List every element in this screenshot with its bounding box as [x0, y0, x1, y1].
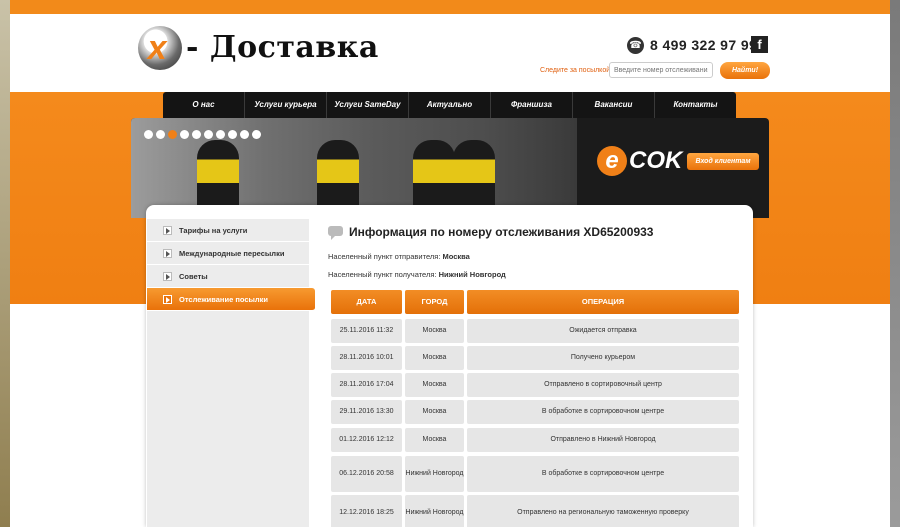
slider-dots — [144, 130, 261, 139]
cell-operation: Получено курьером — [467, 346, 739, 370]
page-title: Информация по номеру отслеживания XD6520… — [349, 225, 654, 239]
cell-date: 06.12.2016 20:58 — [331, 456, 402, 492]
sender-label: Населенный пункт отправителя: — [328, 252, 441, 261]
sidebar-item-tips[interactable]: Советы — [147, 265, 309, 288]
tracking-number-input[interactable] — [609, 62, 713, 78]
cell-city: Москва — [405, 346, 464, 370]
sidebar-item-label: Советы — [179, 271, 208, 281]
cell-date: 12.12.2016 18:25 — [331, 495, 402, 527]
top-strip — [10, 0, 890, 14]
sidebar-item-tariffs[interactable]: Тарифы на услуги — [147, 219, 309, 242]
brand-name[interactable]: - Доставка — [186, 30, 379, 65]
cell-date: 29.11.2016 13:30 — [331, 400, 402, 424]
cell-city: Москва — [405, 400, 464, 424]
cell-operation: Ожидается отправка — [467, 319, 739, 343]
nav-item-about[interactable]: О нас — [163, 92, 245, 118]
arrow-right-icon — [163, 294, 172, 304]
window-background-left — [0, 0, 10, 527]
slider-dot[interactable] — [168, 130, 177, 139]
slider-dot[interactable] — [144, 130, 153, 139]
sender-city: Москва — [442, 252, 470, 261]
slider-dot[interactable] — [192, 130, 201, 139]
sidebar-item-label: Международные пересылки — [179, 248, 285, 258]
cell-date: 01.12.2016 12:12 — [331, 428, 402, 452]
column-header-city: ГОРОД — [405, 290, 464, 314]
main-nav: О нас Услуги курьера Услуги SameDay Акту… — [163, 92, 736, 118]
cell-operation: Отправлено на региональную таможенную пр… — [467, 495, 739, 527]
slider-dot[interactable] — [180, 130, 189, 139]
nav-item-courier-services[interactable]: Услуги курьера — [245, 92, 327, 118]
column-header-date: ДАТА — [331, 290, 402, 314]
phone-icon: ☎ — [627, 37, 644, 54]
find-button[interactable]: Найти! — [720, 62, 770, 79]
sidebar-item-label: Тарифы на услуги — [179, 225, 248, 235]
recipient-label: Населенный пункт получателя: — [328, 270, 437, 279]
cell-city: Нижний Новгород — [405, 495, 464, 527]
sidebar-item-label: Отслеживание посылки — [179, 294, 269, 304]
nav-item-news[interactable]: Актуально — [409, 92, 491, 118]
cell-city: Москва — [405, 319, 464, 343]
cell-operation: В обработке в сортировочном центре — [467, 456, 739, 492]
cell-operation: Отправлено в сортировочный центр — [467, 373, 739, 397]
cell-date: 28.11.2016 10:01 — [331, 346, 402, 370]
recipient-city: Нижний Новгород — [438, 270, 506, 279]
arrow-right-icon — [163, 271, 172, 281]
arrow-right-icon — [163, 248, 172, 258]
facebook-icon[interactable]: f — [751, 36, 768, 53]
sidebar-item-tracking[interactable]: Отслеживание посылки — [147, 288, 315, 311]
cell-operation: Отправлено в Нижний Новгород — [467, 428, 739, 452]
cell-date: 28.11.2016 17:04 — [331, 373, 402, 397]
nav-item-contacts[interactable]: Контакты — [655, 92, 736, 118]
slider-dot[interactable] — [204, 130, 213, 139]
slider-dot[interactable] — [156, 130, 165, 139]
slider-dot[interactable] — [216, 130, 225, 139]
speech-bubble-icon — [328, 226, 343, 240]
recipient-info: Населенный пункт получателя: Нижний Новг… — [328, 270, 506, 279]
slider-dot[interactable] — [228, 130, 237, 139]
cell-operation: В обработке в сортировочном центре — [467, 400, 739, 424]
column-header-operation: ОПЕРАЦИЯ — [467, 290, 739, 314]
cell-city: Москва — [405, 373, 464, 397]
slider-dot[interactable] — [252, 130, 261, 139]
phone-number: 8 499 322 97 99 — [650, 37, 758, 53]
window-background-right — [890, 0, 900, 527]
cell-city: Москва — [405, 428, 464, 452]
sender-info: Населенный пункт отправителя: Москва — [328, 252, 470, 261]
client-login-button[interactable]: Вход клиентам — [687, 153, 759, 170]
sidebar: Тарифы на услуги Международные пересылки… — [147, 219, 315, 527]
banner: e COK Вход клиентам — [131, 118, 769, 218]
nav-item-sameday[interactable]: Услуги SameDay — [327, 92, 409, 118]
arrow-right-icon — [163, 225, 172, 235]
track-label: Следите за посылкой! — [540, 67, 613, 74]
ecok-logo: e COK — [597, 146, 682, 176]
sidebar-item-international[interactable]: Международные пересылки — [147, 242, 309, 265]
nav-item-jobs[interactable]: Вакансии — [573, 92, 655, 118]
logo-icon[interactable]: x — [138, 26, 182, 70]
cell-city: Нижний Новгород — [405, 456, 464, 492]
slider-dot[interactable] — [240, 130, 249, 139]
cell-date: 25.11.2016 11:32 — [331, 319, 402, 343]
nav-item-franchise[interactable]: Франшиза — [491, 92, 573, 118]
